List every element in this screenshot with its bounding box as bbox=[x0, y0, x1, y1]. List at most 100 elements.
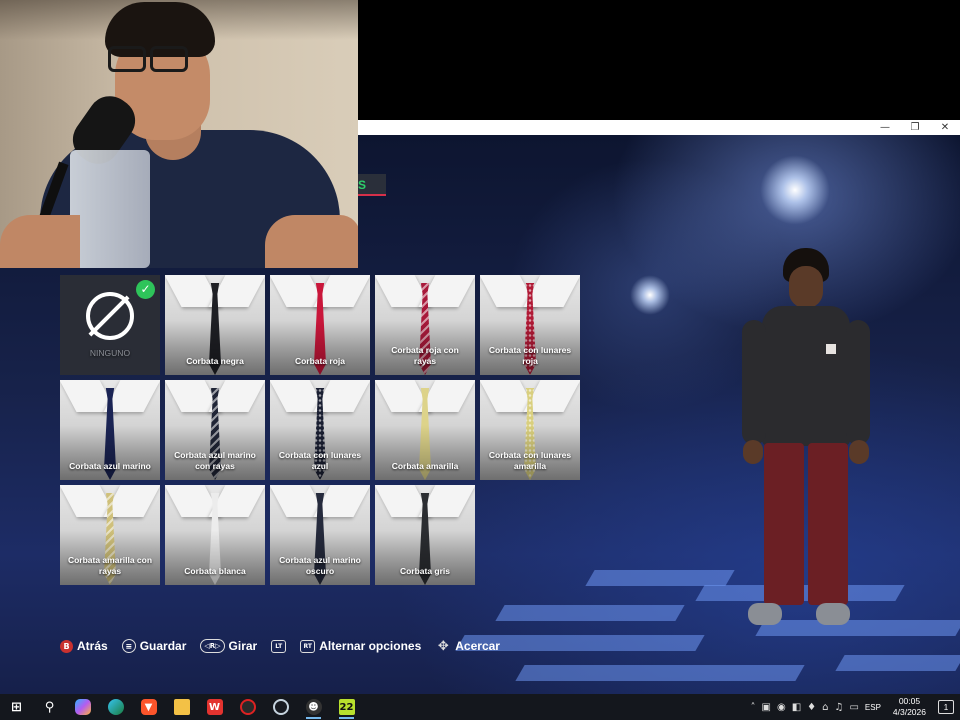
controller-button-icon: ✥ bbox=[437, 638, 449, 654]
notification-icon[interactable]: 1 bbox=[938, 700, 954, 714]
player-shoe bbox=[816, 603, 850, 625]
toggle-options-control[interactable]: RT Alternar opciones bbox=[300, 639, 421, 653]
category-tab[interactable]: S bbox=[358, 174, 386, 196]
system-tray: ˄ ▣ ◉ ◧ ♦ ⌂ ♫ ▭ ESP 00:05 4/3/2026 1 bbox=[751, 694, 960, 720]
tie-option-label: Corbata azul marino bbox=[69, 461, 151, 471]
glasses bbox=[150, 46, 188, 72]
network-icon[interactable]: ⌂ bbox=[822, 702, 828, 713]
player-hand bbox=[849, 440, 869, 464]
player-head bbox=[789, 266, 823, 308]
pocket-square-icon bbox=[826, 344, 836, 354]
clock-time: 00:05 bbox=[898, 696, 921, 706]
tie-option[interactable]: Corbata roja con rayas bbox=[375, 275, 475, 375]
minimize-button[interactable]: — bbox=[870, 120, 900, 135]
arm bbox=[0, 215, 80, 268]
wps-icon[interactable]: W bbox=[198, 694, 231, 720]
tie-option-label: Corbata con lunares azul bbox=[278, 450, 362, 471]
player-jacket bbox=[762, 306, 850, 446]
tie-option-label: Corbata amarilla bbox=[391, 461, 459, 471]
control-label: Alternar opciones bbox=[319, 639, 422, 653]
tray-app-icon[interactable]: ◧ bbox=[792, 702, 801, 713]
tie-option-label: Corbata blanca bbox=[184, 566, 246, 576]
nba2k22-icon[interactable]: 22 bbox=[330, 694, 363, 720]
zoom-control[interactable]: ✥ Acercar bbox=[435, 638, 500, 654]
player-arm-right bbox=[846, 320, 870, 445]
save-control[interactable]: ≡ Guardar bbox=[121, 639, 187, 653]
windows-taskbar: ⊞ ⚲ ▼ W ☻ 22 ˄ ▣ ◉ ◧ ♦ ⌂ ♫ ▭ ESP 00:05 4… bbox=[0, 694, 960, 720]
brave-icon[interactable]: ▼ bbox=[132, 694, 165, 720]
steam-icon[interactable] bbox=[264, 694, 297, 720]
player-pants-right bbox=[808, 443, 848, 605]
tie-option[interactable]: Corbata con lunares azul bbox=[270, 380, 370, 480]
game-icon[interactable]: ☻ bbox=[297, 694, 330, 720]
control-label: Acercar bbox=[455, 639, 500, 653]
selected-check-icon: ✓ bbox=[136, 280, 155, 299]
control-label: Girar bbox=[228, 639, 258, 653]
chevron-up-icon[interactable]: ˄ bbox=[751, 702, 756, 713]
clock-date: 4/3/2026 bbox=[892, 707, 926, 717]
tie-option-label: NINGUNO bbox=[89, 348, 131, 358]
tie-option-label: Corbata con lunares amarilla bbox=[488, 450, 572, 471]
floor-stripe bbox=[835, 655, 960, 671]
tie-option-label: Corbata amarilla con rayas bbox=[67, 555, 153, 576]
tie-option[interactable]: Corbata negra bbox=[165, 275, 265, 375]
controller-button-icon: B bbox=[60, 639, 73, 653]
glasses bbox=[108, 46, 146, 72]
file-explorer-icon[interactable] bbox=[165, 694, 198, 720]
tie-option[interactable]: Corbata amarilla con rayas bbox=[60, 485, 160, 585]
controller-button-icon: ≡ bbox=[121, 639, 136, 653]
control-label: Guardar bbox=[139, 639, 187, 653]
edge-icon[interactable] bbox=[99, 694, 132, 720]
language-indicator[interactable]: ESP bbox=[865, 703, 881, 712]
arm bbox=[265, 215, 358, 268]
start-icon[interactable]: ⊞ bbox=[0, 694, 33, 720]
floor-stripe bbox=[585, 570, 735, 586]
battery-icon[interactable]: ▭ bbox=[849, 702, 858, 713]
tray-app-icon[interactable]: ◉ bbox=[777, 702, 786, 713]
controller-button-icon: RT bbox=[300, 639, 316, 653]
tie-option[interactable]: Corbata blanca bbox=[165, 485, 265, 585]
rec-icon[interactable] bbox=[231, 694, 264, 720]
tie-option-label: Corbata azul marino con rayas bbox=[174, 450, 256, 471]
tie-option[interactable]: Corbata roja bbox=[270, 275, 370, 375]
volume-icon[interactable]: ♫ bbox=[834, 702, 843, 713]
tie-option-label: Corbata negra bbox=[186, 356, 244, 366]
player-hand bbox=[743, 440, 763, 464]
back-control[interactable]: B Atrás bbox=[60, 639, 108, 653]
cup bbox=[70, 150, 150, 268]
floor-stripe bbox=[495, 605, 685, 621]
tie-option-label: Corbata con lunares roja bbox=[488, 345, 572, 366]
tie-option[interactable]: Corbata azul marino bbox=[60, 380, 160, 480]
controller-button-icon: ◁R▷ bbox=[200, 639, 225, 653]
close-button[interactable]: ✕ bbox=[930, 120, 960, 135]
tie-option-label: Corbata gris bbox=[399, 566, 451, 576]
clock[interactable]: 00:05 4/3/2026 bbox=[893, 696, 926, 718]
search-icon[interactable]: ⚲ bbox=[33, 694, 66, 720]
tie-option[interactable]: Corbata con lunares roja bbox=[480, 275, 580, 375]
tie-option[interactable]: Corbata azul marino oscuro bbox=[270, 485, 370, 585]
tie-option[interactable]: Corbata con lunares amarilla bbox=[480, 380, 580, 480]
restore-button[interactable]: ❐ bbox=[900, 120, 930, 135]
player-pants-left bbox=[764, 443, 804, 605]
player-model bbox=[740, 248, 870, 633]
tie-option[interactable]: Corbata gris bbox=[375, 485, 475, 585]
window-title-bar: — ❐ ✕ bbox=[358, 120, 960, 135]
player-shoe bbox=[748, 603, 782, 625]
spotlight bbox=[760, 155, 830, 225]
microphone-icon[interactable]: ♦ bbox=[807, 702, 816, 713]
control-label: Atrás bbox=[77, 639, 108, 653]
tie-option[interactable]: Corbata amarilla bbox=[375, 380, 475, 480]
webcam-overlay bbox=[0, 0, 358, 268]
tie-option[interactable]: Corbata azul marino con rayas bbox=[165, 380, 265, 480]
rotate-control[interactable]: ◁R▷ Girar bbox=[200, 639, 257, 653]
copilot-icon[interactable] bbox=[66, 694, 99, 720]
controller-button-icon: LT bbox=[271, 639, 287, 653]
tray-app-icon[interactable]: ▣ bbox=[762, 702, 771, 713]
controls-legend: B Atrás ≡ Guardar ◁R▷ Girar LT RT Alternar opcio… bbox=[60, 636, 506, 656]
floor-stripe bbox=[515, 665, 805, 681]
player-arm-left bbox=[742, 320, 766, 445]
lt-control[interactable]: LT bbox=[271, 639, 287, 653]
tie-option-label: Corbata azul marino oscuro bbox=[279, 555, 361, 576]
spotlight bbox=[630, 275, 670, 315]
tie-option-label: Corbata roja bbox=[294, 356, 346, 366]
